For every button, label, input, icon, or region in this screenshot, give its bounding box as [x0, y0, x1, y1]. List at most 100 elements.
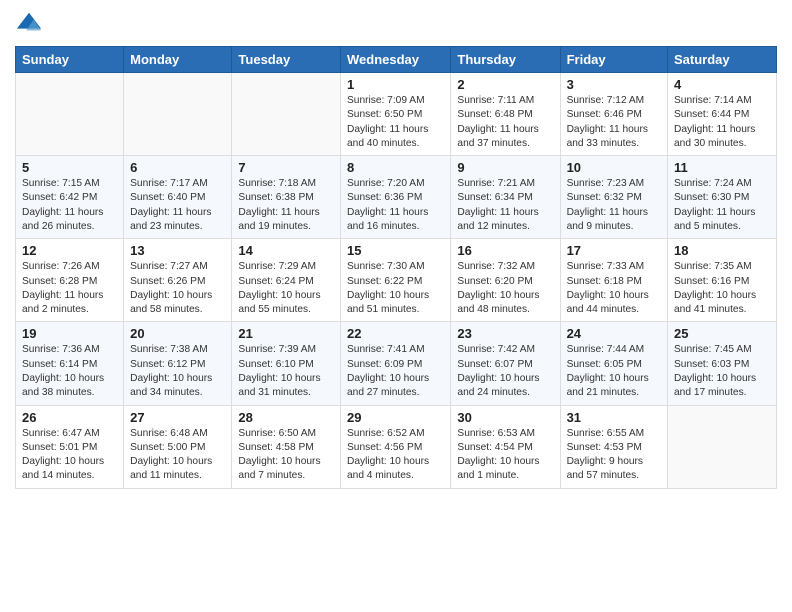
- calendar-week-row: 26 Sunrise: 6:47 AM Sunset: 5:01 PM Dayli…: [16, 405, 777, 488]
- day-info: Sunrise: 7:11 AM Sunset: 6:48 PM Dayligh…: [457, 94, 553, 151]
- day-number: 2: [457, 77, 553, 92]
- day-info: Sunrise: 7:18 AM Sunset: 6:38 PM Dayligh…: [238, 177, 334, 234]
- col-tuesday: Tuesday: [232, 47, 341, 73]
- calendar-cell: 8 Sunrise: 7:20 AM Sunset: 6:36 PM Daylig…: [340, 156, 450, 239]
- day-info: Sunrise: 7:42 AM Sunset: 6:07 PM Dayligh…: [457, 343, 553, 400]
- day-info: Sunrise: 7:26 AM Sunset: 6:28 PM Dayligh…: [22, 260, 117, 317]
- calendar-table: Sunday Monday Tuesday Wednesday Thursday…: [15, 46, 777, 489]
- day-number: 29: [347, 410, 444, 425]
- day-info: Sunrise: 7:20 AM Sunset: 6:36 PM Dayligh…: [347, 177, 444, 234]
- day-info: Sunrise: 7:29 AM Sunset: 6:24 PM Dayligh…: [238, 260, 334, 317]
- calendar-cell: 11Sunrise: 7:24 AM Sunset: 6:30 PM Dayli…: [668, 156, 777, 239]
- header: [15, 10, 777, 38]
- calendar-cell: 9Sunrise: 7:21 AM Sunset: 6:34 PM Daylig…: [451, 156, 560, 239]
- col-wednesday: Wednesday: [340, 47, 450, 73]
- day-number: 3: [567, 77, 661, 92]
- col-sunday: Sunday: [16, 47, 124, 73]
- calendar-cell: 13 Sunrise: 7:27 AM Sunset: 6:26 PM Dayli…: [124, 239, 232, 322]
- day-info: Sunrise: 6:47 AM Sunset: 5:01 PM Dayligh…: [22, 427, 117, 484]
- calendar-cell: 31 Sunrise: 6:55 AM Sunset: 4:53 PM Dayli…: [560, 405, 667, 488]
- calendar-cell: 7 Sunrise: 7:18 AM Sunset: 6:38 PM Daylig…: [232, 156, 341, 239]
- col-thursday: Thursday: [451, 47, 560, 73]
- calendar-cell: 16 Sunrise: 7:32 AM Sunset: 6:20 PM Dayli…: [451, 239, 560, 322]
- calendar-week-row: 19 Sunrise: 7:36 AM Sunset: 6:14 PM Dayli…: [16, 322, 777, 405]
- day-number: 17: [567, 243, 661, 258]
- day-number: 8: [347, 160, 444, 175]
- calendar-cell: 19 Sunrise: 7:36 AM Sunset: 6:14 PM Dayli…: [16, 322, 124, 405]
- day-number: 22: [347, 326, 444, 341]
- day-number: 12: [22, 243, 117, 258]
- calendar-cell: 15 Sunrise: 7:30 AM Sunset: 6:22 PM Dayli…: [340, 239, 450, 322]
- day-number: 13: [130, 243, 225, 258]
- day-number: 15: [347, 243, 444, 258]
- calendar-cell: 24Sunrise: 7:44 AM Sunset: 6:05 PM Dayli…: [560, 322, 667, 405]
- calendar-cell: 17Sunrise: 7:33 AM Sunset: 6:18 PM Dayli…: [560, 239, 667, 322]
- calendar-cell: [668, 405, 777, 488]
- day-info: Sunrise: 6:50 AM Sunset: 4:58 PM Dayligh…: [238, 427, 334, 484]
- page: Sunday Monday Tuesday Wednesday Thursday…: [0, 0, 792, 499]
- calendar-week-row: 12 Sunrise: 7:26 AM Sunset: 6:28 PM Dayli…: [16, 239, 777, 322]
- col-friday: Friday: [560, 47, 667, 73]
- day-number: 14: [238, 243, 334, 258]
- day-number: 28: [238, 410, 334, 425]
- day-info: Sunrise: 7:44 AM Sunset: 6:05 PM Dayligh…: [567, 343, 661, 400]
- calendar-cell: 12 Sunrise: 7:26 AM Sunset: 6:28 PM Dayli…: [16, 239, 124, 322]
- calendar-cell: 18Sunrise: 7:35 AM Sunset: 6:16 PM Dayli…: [668, 239, 777, 322]
- calendar-cell: 29Sunrise: 6:52 AM Sunset: 4:56 PM Dayli…: [340, 405, 450, 488]
- day-number: 31: [567, 410, 661, 425]
- day-info: Sunrise: 7:15 AM Sunset: 6:42 PM Dayligh…: [22, 177, 117, 234]
- day-info: Sunrise: 7:30 AM Sunset: 6:22 PM Dayligh…: [347, 260, 444, 317]
- calendar-cell: 20Sunrise: 7:38 AM Sunset: 6:12 PM Dayli…: [124, 322, 232, 405]
- calendar-cell: 30 Sunrise: 6:53 AM Sunset: 4:54 PM Dayli…: [451, 405, 560, 488]
- day-info: Sunrise: 6:55 AM Sunset: 4:53 PM Dayligh…: [567, 427, 661, 484]
- day-info: Sunrise: 7:12 AM Sunset: 6:46 PM Dayligh…: [567, 94, 661, 151]
- calendar-cell: 10 Sunrise: 7:23 AM Sunset: 6:32 PM Dayli…: [560, 156, 667, 239]
- calendar-cell: 1Sunrise: 7:09 AM Sunset: 6:50 PM Daylig…: [340, 73, 450, 156]
- calendar-cell: 25 Sunrise: 7:45 AM Sunset: 6:03 PM Dayli…: [668, 322, 777, 405]
- day-info: Sunrise: 7:09 AM Sunset: 6:50 PM Dayligh…: [347, 94, 444, 151]
- day-info: Sunrise: 7:27 AM Sunset: 6:26 PM Dayligh…: [130, 260, 225, 317]
- day-number: 5: [22, 160, 117, 175]
- calendar-cell: 26 Sunrise: 6:47 AM Sunset: 5:01 PM Dayli…: [16, 405, 124, 488]
- header-row: Sunday Monday Tuesday Wednesday Thursday…: [16, 47, 777, 73]
- calendar-cell: 3 Sunrise: 7:12 AM Sunset: 6:46 PM Daylig…: [560, 73, 667, 156]
- day-info: Sunrise: 7:36 AM Sunset: 6:14 PM Dayligh…: [22, 343, 117, 400]
- calendar-cell: 22 Sunrise: 7:41 AM Sunset: 6:09 PM Dayli…: [340, 322, 450, 405]
- day-number: 23: [457, 326, 553, 341]
- day-info: Sunrise: 7:38 AM Sunset: 6:12 PM Dayligh…: [130, 343, 225, 400]
- day-number: 25: [674, 326, 770, 341]
- day-info: Sunrise: 7:23 AM Sunset: 6:32 PM Dayligh…: [567, 177, 661, 234]
- logo: [15, 10, 47, 38]
- day-number: 7: [238, 160, 334, 175]
- day-info: Sunrise: 7:35 AM Sunset: 6:16 PM Dayligh…: [674, 260, 770, 317]
- day-info: Sunrise: 7:32 AM Sunset: 6:20 PM Dayligh…: [457, 260, 553, 317]
- logo-icon: [15, 10, 43, 38]
- calendar-cell: 2 Sunrise: 7:11 AM Sunset: 6:48 PM Daylig…: [451, 73, 560, 156]
- calendar-cell: 6Sunrise: 7:17 AM Sunset: 6:40 PM Daylig…: [124, 156, 232, 239]
- day-number: 10: [567, 160, 661, 175]
- day-number: 4: [674, 77, 770, 92]
- day-info: Sunrise: 7:14 AM Sunset: 6:44 PM Dayligh…: [674, 94, 770, 151]
- calendar-cell: 5 Sunrise: 7:15 AM Sunset: 6:42 PM Daylig…: [16, 156, 124, 239]
- calendar-week-row: 5 Sunrise: 7:15 AM Sunset: 6:42 PM Daylig…: [16, 156, 777, 239]
- col-saturday: Saturday: [668, 47, 777, 73]
- calendar-cell: [124, 73, 232, 156]
- day-number: 11: [674, 160, 770, 175]
- calendar-cell: 14 Sunrise: 7:29 AM Sunset: 6:24 PM Dayli…: [232, 239, 341, 322]
- calendar-cell: 28 Sunrise: 6:50 AM Sunset: 4:58 PM Dayli…: [232, 405, 341, 488]
- calendar-cell: 27Sunrise: 6:48 AM Sunset: 5:00 PM Dayli…: [124, 405, 232, 488]
- day-number: 26: [22, 410, 117, 425]
- calendar-cell: 4 Sunrise: 7:14 AM Sunset: 6:44 PM Daylig…: [668, 73, 777, 156]
- day-number: 6: [130, 160, 225, 175]
- day-info: Sunrise: 7:41 AM Sunset: 6:09 PM Dayligh…: [347, 343, 444, 400]
- day-number: 19: [22, 326, 117, 341]
- col-monday: Monday: [124, 47, 232, 73]
- calendar-cell: 23 Sunrise: 7:42 AM Sunset: 6:07 PM Dayli…: [451, 322, 560, 405]
- calendar-week-row: 1Sunrise: 7:09 AM Sunset: 6:50 PM Daylig…: [16, 73, 777, 156]
- day-info: Sunrise: 6:53 AM Sunset: 4:54 PM Dayligh…: [457, 427, 553, 484]
- day-number: 21: [238, 326, 334, 341]
- calendar-cell: [232, 73, 341, 156]
- day-info: Sunrise: 7:45 AM Sunset: 6:03 PM Dayligh…: [674, 343, 770, 400]
- day-number: 30: [457, 410, 553, 425]
- day-number: 16: [457, 243, 553, 258]
